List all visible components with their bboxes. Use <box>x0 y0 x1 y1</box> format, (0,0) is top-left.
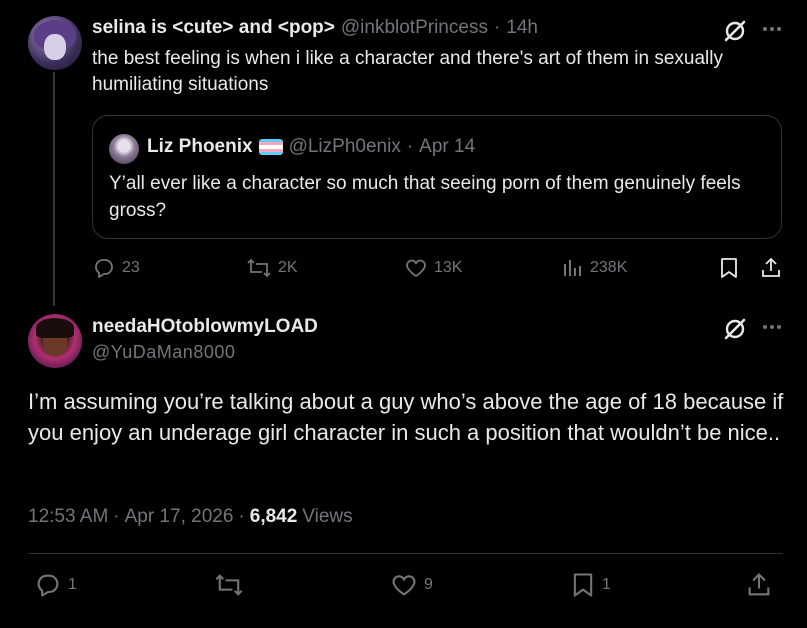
more-options-icon[interactable] <box>761 316 783 338</box>
views-button[interactable]: 238K <box>562 256 627 280</box>
bookmark-button[interactable]: 1 <box>570 571 611 599</box>
like-button[interactable]: 13K <box>404 256 462 280</box>
share-button[interactable] <box>746 571 772 599</box>
repost-icon <box>246 256 272 280</box>
thread-line <box>53 72 55 306</box>
date[interactable]: Apr 17, 2026 <box>125 506 234 528</box>
bookmark-icon <box>570 571 596 599</box>
author-name[interactable]: needaHOtoblowmyLOAD <box>92 316 318 338</box>
avatar[interactable] <box>28 314 82 368</box>
grok-icon[interactable] <box>722 316 748 342</box>
reply-icon <box>34 571 62 599</box>
timestamp[interactable]: 12:53 AM <box>28 506 108 528</box>
parent-tweet-header: selina is <cute> and <pop> @inkblotPrinc… <box>92 17 538 39</box>
separator: · <box>113 506 120 527</box>
share-icon <box>746 571 772 599</box>
reply-action-bar: 1 9 1 <box>28 571 783 601</box>
divider <box>28 553 783 554</box>
author-handle[interactable]: @inkblotPrincess <box>341 17 488 39</box>
quote-author-handle[interactable]: @LizPh0enix <box>289 136 401 158</box>
views-count: 238K <box>590 259 628 276</box>
views-label[interactable]: Views <box>302 506 352 528</box>
repost-icon <box>214 571 244 599</box>
reply-icon <box>92 256 116 280</box>
bookmark-button[interactable] <box>718 256 740 280</box>
trans-flag-icon <box>258 139 283 155</box>
views-count: 6,842 <box>249 506 298 527</box>
quote-date[interactable]: Apr 14 <box>419 136 475 158</box>
repost-button[interactable]: 2K <box>246 256 298 280</box>
like-button[interactable]: 9 <box>390 571 433 599</box>
heart-icon <box>404 256 428 280</box>
grok-icon[interactable] <box>722 18 748 44</box>
tweet-text: the best feeling is when i like a charac… <box>92 48 723 95</box>
tweet-meta: 12:53 AM · Apr 17, 2026 · 6,842 Views <box>28 506 353 528</box>
reply-count: 1 <box>68 576 77 593</box>
author-name[interactable]: selina is <cute> and <pop> <box>92 17 335 39</box>
separator: · <box>406 136 414 157</box>
bookmark-count: 1 <box>602 576 611 593</box>
quote-header: Liz Phoenix @LizPh0enix · Apr 14 <box>147 136 475 158</box>
share-button[interactable] <box>760 256 782 280</box>
quote-author-name[interactable]: Liz Phoenix <box>147 136 253 158</box>
quote-avatar[interactable] <box>109 134 139 164</box>
quote-text: Y’all ever like a character so much that… <box>109 173 741 221</box>
like-count: 9 <box>424 576 433 593</box>
like-count: 13K <box>434 259 463 276</box>
share-icon <box>760 256 782 280</box>
separator: · <box>493 17 501 38</box>
avatar[interactable] <box>28 16 82 70</box>
repost-count: 2K <box>278 259 298 276</box>
reply-count: 23 <box>122 259 140 276</box>
reply-button[interactable]: 23 <box>92 256 140 280</box>
quote-tweet-card[interactable]: Liz Phoenix @LizPh0enix · Apr 14 Y’all e… <box>92 115 782 239</box>
reply-button[interactable]: 1 <box>34 571 77 599</box>
timestamp[interactable]: 14h <box>506 17 538 39</box>
bookmark-icon <box>718 256 740 280</box>
heart-icon <box>390 571 418 599</box>
author-handle[interactable]: @YuDaMan8000 <box>92 342 235 363</box>
analytics-icon <box>562 256 584 280</box>
tweet-text: I’m assuming you’re talking about a guy … <box>28 389 784 445</box>
separator: · <box>238 506 245 527</box>
more-options-icon[interactable] <box>761 18 783 40</box>
repost-button[interactable] <box>214 571 244 599</box>
parent-action-bar: 23 2K 13K 238K <box>92 256 792 282</box>
